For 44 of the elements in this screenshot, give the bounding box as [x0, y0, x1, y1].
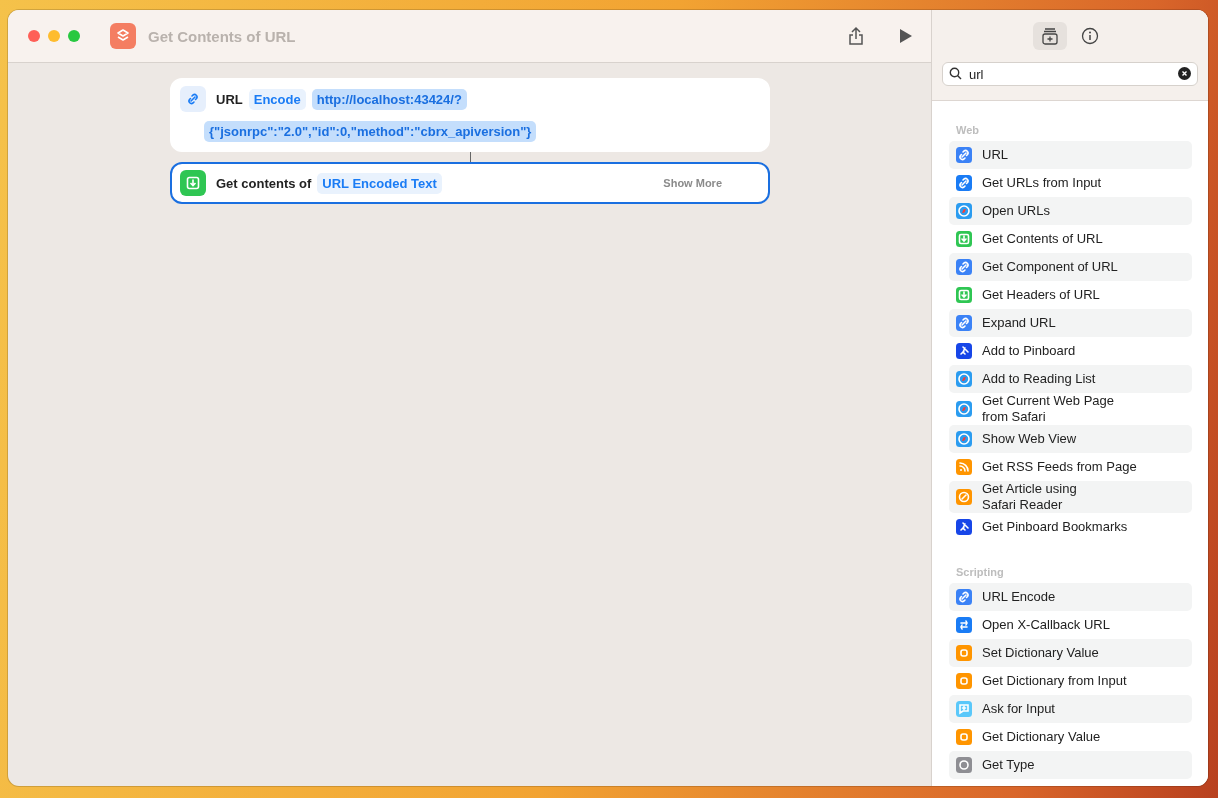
- action-library-button[interactable]: [1033, 22, 1067, 50]
- action-list-item[interactable]: Get Pinboard Bookmarks: [949, 513, 1192, 541]
- action-label: Get contents of: [216, 175, 312, 191]
- link-icon: [180, 86, 206, 112]
- action-list-item[interactable]: URL: [949, 141, 1192, 169]
- library-add-icon: [1041, 27, 1059, 45]
- action-card[interactable]: Get contents of URL Encoded Text Show More: [170, 162, 770, 204]
- action-label: URL: [216, 91, 243, 107]
- action-list-item[interactable]: URL Encode: [949, 583, 1192, 611]
- action-list-item[interactable]: Get Component of URL: [949, 253, 1192, 281]
- clear-icon[interactable]: [1178, 67, 1191, 80]
- section-header: Web: [955, 123, 981, 138]
- action-list-item[interactable]: Get Dictionary Value: [949, 723, 1192, 751]
- url-value[interactable]: http://localhost:43424/?: [311, 88, 467, 110]
- action-list-item[interactable]: Get Contents of URL: [949, 225, 1192, 253]
- app-icon: [110, 23, 136, 49]
- close-button[interactable]: [28, 30, 40, 42]
- encode-token[interactable]: Encode: [248, 88, 306, 110]
- action-list-item[interactable]: Get URLs from Input: [949, 169, 1192, 197]
- action-list-item[interactable]: Set Dictionary Value: [949, 639, 1192, 667]
- action-list-item[interactable]: Ask for Input: [949, 695, 1192, 723]
- action-list-item[interactable]: Get Headers of URL: [949, 281, 1192, 309]
- section-header: Scripting: [955, 565, 1005, 580]
- share-icon: [847, 26, 865, 46]
- search-field[interactable]: url: [942, 62, 1198, 86]
- action-list-item[interactable]: Get Article using Safari Reader: [949, 481, 1192, 513]
- show-more-button[interactable]: Show More: [657, 176, 728, 190]
- play-icon: [899, 28, 913, 44]
- info-icon: [1081, 27, 1099, 45]
- action-list-item[interactable]: Get Type: [949, 751, 1192, 779]
- action-list-item[interactable]: Get Current Web Page from Safari: [949, 393, 1192, 425]
- action-list-item[interactable]: Open URLs: [949, 197, 1192, 225]
- action-list-item[interactable]: Expand URL: [949, 309, 1192, 337]
- download-icon: [180, 170, 206, 196]
- action-list-item[interactable]: Open X-Callback URL: [949, 611, 1192, 639]
- action-list-item[interactable]: Get Dictionary from Input: [949, 667, 1192, 695]
- action-list-item[interactable]: Add to Reading List: [949, 365, 1192, 393]
- variable-token[interactable]: URL Encoded Text: [317, 172, 442, 194]
- action-list-item[interactable]: Get RSS Feeds from Page: [949, 453, 1192, 481]
- action-list-item[interactable]: Show Web View: [949, 425, 1192, 453]
- search-icon: [949, 67, 962, 80]
- action-card[interactable]: URL Encode http://localhost:43424/? {"jsonrpc":"2.0","id":0,"method":"cbrx_apiversion"}: [170, 78, 770, 152]
- action-list-item[interactable]: Add to Pinboard: [949, 337, 1192, 365]
- window-title: Get Contents of URL: [148, 27, 297, 45]
